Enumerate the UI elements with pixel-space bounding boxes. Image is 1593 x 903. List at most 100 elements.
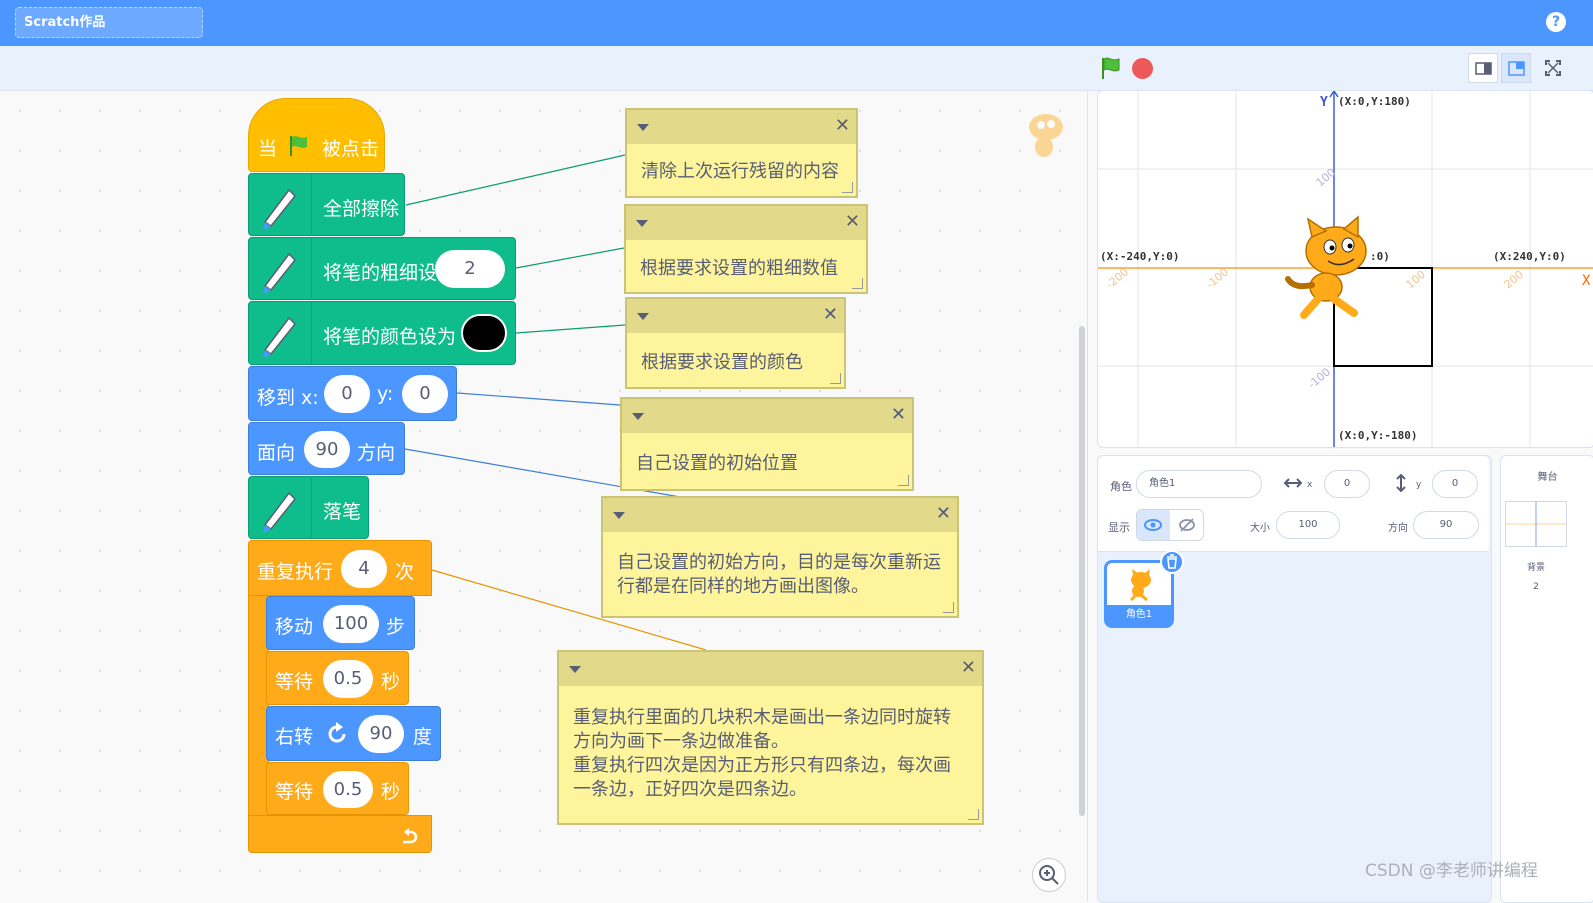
- close-icon[interactable]: ✕: [961, 658, 976, 678]
- trash-icon: [1167, 554, 1177, 569]
- comment-note[interactable]: ✕ 清除上次运行残留的内容: [625, 108, 858, 198]
- collapse-icon[interactable]: [632, 413, 644, 420]
- sprite-name-input[interactable]: 角色1: [1136, 470, 1262, 498]
- resize-handle-icon[interactable]: [852, 278, 863, 289]
- turn-right-block[interactable]: 右转 90 度: [266, 706, 441, 761]
- comment-header[interactable]: ✕: [603, 498, 957, 532]
- resize-handle-icon[interactable]: [943, 602, 954, 613]
- comment-note[interactable]: ✕ 自己设置的初始方向，目的是每次重新运 行都是在同样的地方画出图像。: [601, 496, 959, 618]
- normal-stage-icon: [1508, 61, 1525, 76]
- comment-note[interactable]: ✕ 重复执行里面的几块积木是画出一条边同时旋转 方向为画下一条边做准备。 重复执…: [557, 650, 984, 825]
- collapse-icon[interactable]: [569, 666, 581, 673]
- goto-xy-block[interactable]: 移到 x: 0 y: 0: [248, 366, 457, 421]
- repeat-block[interactable]: 重复执行 4 次: [248, 540, 432, 596]
- close-icon[interactable]: ✕: [835, 116, 850, 136]
- pen-size-input[interactable]: 2: [435, 250, 505, 288]
- small-stage-icon: [1475, 62, 1492, 75]
- move-steps-block[interactable]: 移动 100 步: [266, 596, 415, 650]
- direction-input[interactable]: 90: [304, 431, 350, 468]
- y-position-input[interactable]: 0: [1432, 470, 1478, 498]
- goto-x-input[interactable]: 0: [324, 375, 370, 413]
- y-label: y: [1416, 480, 1422, 490]
- direction-label: 方向: [1388, 523, 1408, 534]
- comment-text[interactable]: 重复执行里面的几块积木是画出一条边同时旋转 方向为画下一条边做准备。 重复执行四…: [573, 706, 972, 802]
- x-position-input[interactable]: 0: [1324, 470, 1370, 498]
- comment-header[interactable]: ✕: [627, 110, 856, 144]
- top-coord-label: (X:0,Y:180): [1338, 95, 1411, 108]
- set-pen-color-block[interactable]: 将笔的颜色设为: [248, 301, 516, 365]
- repeat-suffix: 次: [395, 561, 415, 583]
- delete-sprite-button[interactable]: [1160, 550, 1184, 574]
- hide-button[interactable]: [1171, 510, 1203, 540]
- backdrop-thumbnail[interactable]: [1505, 501, 1567, 547]
- comment-note[interactable]: ✕ 自己设置的初始位置: [620, 397, 914, 491]
- move-steps-input[interactable]: 100: [323, 605, 379, 643]
- comment-text[interactable]: 根据要求设置的粗细数值: [640, 257, 856, 281]
- stage-panel-title: 舞台: [1537, 472, 1558, 483]
- pen-icon: [249, 174, 312, 235]
- erase-all-block[interactable]: 全部擦除: [248, 173, 405, 236]
- comment-header[interactable]: ✕: [627, 299, 844, 333]
- sprite-thumbnail-selected[interactable]: 角色1: [1104, 550, 1184, 628]
- comment-note[interactable]: ✕ 根据要求设置的粗细数值: [624, 204, 868, 294]
- cat-thumbnail-icon: [1129, 569, 1151, 601]
- when-flag-clicked-block[interactable]: 当 被点击: [248, 98, 385, 172]
- help-icon[interactable]: ?: [1546, 12, 1566, 32]
- wait-block-1[interactable]: 等待 0.5 秒: [266, 651, 409, 705]
- resize-handle-icon[interactable]: [898, 475, 909, 486]
- point-direction-suffix: 方向: [357, 442, 396, 464]
- comment-text[interactable]: 清除上次运行残留的内容: [641, 160, 846, 184]
- close-icon[interactable]: ✕: [823, 305, 838, 325]
- turn-degrees-input[interactable]: 90: [358, 715, 404, 753]
- size-label: 大小: [1250, 523, 1270, 534]
- pen-color-swatch[interactable]: [461, 314, 507, 352]
- goto-y-input[interactable]: 0: [402, 375, 448, 413]
- wait-block-2[interactable]: 等待 0.5 秒: [266, 762, 409, 815]
- erase-all-label: 全部擦除: [323, 198, 400, 220]
- close-icon[interactable]: ✕: [936, 504, 951, 524]
- repeat-count-input[interactable]: 4: [341, 550, 387, 588]
- x-arrows-icon: [1284, 478, 1302, 488]
- comment-text[interactable]: 根据要求设置的颜色: [641, 351, 834, 375]
- stage-canvas[interactable]: 100 -100 -200 -100 100 200 Y (X:0,Y:180)…: [1097, 90, 1593, 448]
- pen-down-block[interactable]: 落笔: [248, 476, 369, 539]
- close-icon[interactable]: ✕: [845, 212, 860, 232]
- resize-handle-icon[interactable]: [830, 373, 841, 384]
- set-pen-size-block[interactable]: 将笔的粗细设为 2: [248, 237, 516, 300]
- comment-text[interactable]: 自己设置的初始位置: [636, 452, 902, 476]
- stage-target-pane[interactable]: 舞台 背景 2: [1500, 455, 1593, 903]
- comment-note[interactable]: ✕ 根据要求设置的颜色: [625, 297, 846, 389]
- x-axis-label: X: [1582, 273, 1591, 289]
- sprite-label: 角色: [1110, 480, 1132, 493]
- wait-seconds-input-1[interactable]: 0.5: [323, 660, 373, 698]
- green-flag-icon: [290, 136, 307, 156]
- comment-header[interactable]: ✕: [622, 399, 912, 433]
- comment-header[interactable]: ✕: [626, 206, 866, 240]
- visibility-toggle[interactable]: [1136, 509, 1204, 541]
- loop-arrow-icon: [403, 828, 418, 844]
- normal-stage-mode-button[interactable]: [1501, 53, 1531, 83]
- eye-off-icon: [1179, 518, 1195, 532]
- rotate-clockwise-icon: [328, 722, 346, 743]
- resize-handle-icon[interactable]: [842, 182, 853, 193]
- show-button[interactable]: [1137, 510, 1170, 540]
- comment-header[interactable]: ✕: [559, 652, 982, 686]
- size-input[interactable]: 100: [1276, 511, 1340, 539]
- small-stage-mode-button[interactable]: [1468, 53, 1498, 83]
- comment-text[interactable]: 自己设置的初始方向，目的是每次重新运 行都是在同样的地方画出图像。: [617, 551, 947, 599]
- resize-handle-icon[interactable]: [968, 809, 979, 820]
- close-icon[interactable]: ✕: [891, 405, 906, 425]
- fullscreen-button[interactable]: [1538, 53, 1568, 83]
- fullscreen-icon: [1545, 60, 1561, 76]
- collapse-icon[interactable]: [637, 313, 649, 320]
- collapse-icon[interactable]: [637, 124, 649, 131]
- bottom-coord-label: (X:0,Y:-180): [1338, 429, 1418, 442]
- collapse-icon[interactable]: [636, 220, 648, 227]
- green-flag-icon[interactable]: [1098, 55, 1124, 81]
- point-direction-block[interactable]: 面向 90 方向: [248, 422, 405, 475]
- collapse-icon[interactable]: [613, 512, 625, 519]
- left-coord-label: (X:-240,Y:0): [1100, 250, 1180, 263]
- wait-seconds-input-2[interactable]: 0.5: [323, 771, 373, 808]
- direction-input[interactable]: 90: [1413, 511, 1479, 539]
- stop-icon[interactable]: [1132, 58, 1153, 79]
